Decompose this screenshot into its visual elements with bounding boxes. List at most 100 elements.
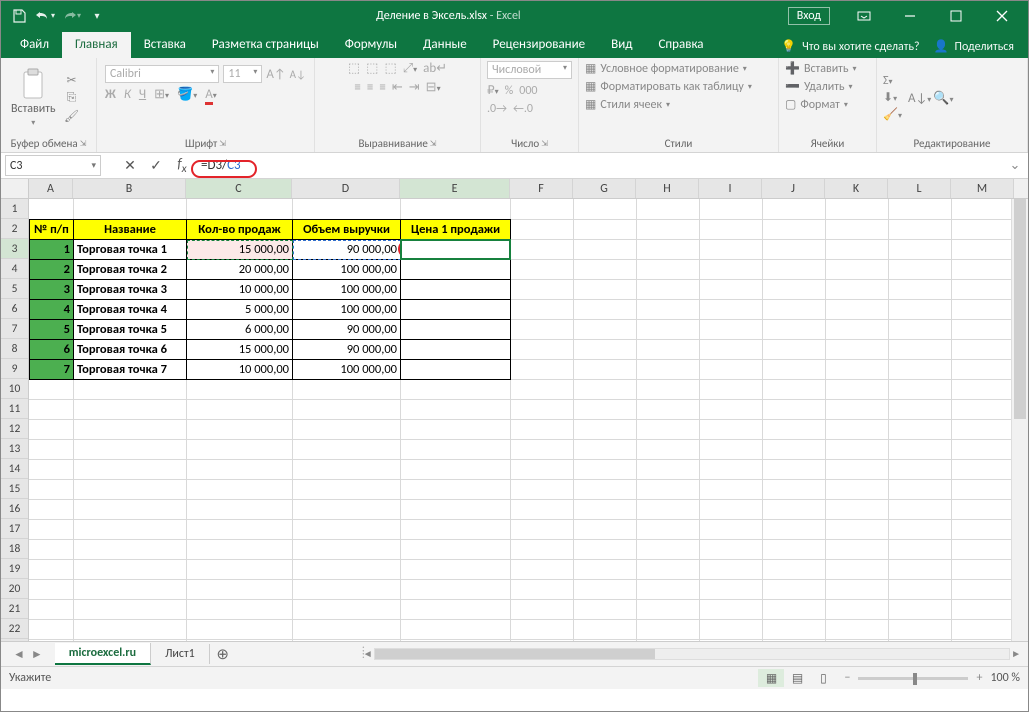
decrease-font-icon[interactable]: A↓: [290, 68, 306, 81]
col-header-k[interactable]: K: [825, 179, 888, 198]
fx-icon[interactable]: fx: [169, 155, 195, 177]
tab-home[interactable]: Главная: [62, 32, 131, 58]
row-header[interactable]: 5: [1, 279, 28, 299]
row-header[interactable]: 9: [1, 359, 28, 379]
row-header[interactable]: 7: [1, 319, 28, 339]
select-all-corner[interactable]: [1, 179, 29, 198]
table-row[interactable]: 3Торговая точка 310 000,00100 000,00: [30, 280, 511, 300]
align-center-icon[interactable]: ≡: [367, 80, 373, 95]
tab-review[interactable]: Рецензирование: [480, 32, 598, 58]
zoom-level[interactable]: 100 %: [990, 671, 1020, 685]
view-page-break-icon[interactable]: ▯: [810, 669, 836, 687]
row-header[interactable]: 12: [1, 419, 28, 439]
format-as-table-button[interactable]: ▦ Форматировать как таблицу▾: [585, 79, 752, 94]
align-top-icon[interactable]: ⬚: [348, 61, 360, 76]
row-header[interactable]: 6: [1, 299, 28, 319]
spreadsheet-grid[interactable]: A B C D E F G H I J K L M 1 2 3 4 5 6 7 …: [1, 179, 1028, 641]
font-name-combo[interactable]: Calibri▾: [105, 65, 219, 83]
table-row[interactable]: 4Торговая точка 45 000,00100 000,00: [30, 300, 511, 320]
row-header[interactable]: 22: [1, 619, 28, 639]
tab-view[interactable]: Вид: [598, 32, 645, 58]
fill-icon[interactable]: ⬇▾: [883, 90, 902, 105]
col-header-a[interactable]: A: [29, 179, 73, 198]
col-header-c[interactable]: C: [186, 179, 292, 198]
clear-icon[interactable]: 🧹▾: [883, 107, 902, 122]
comma-icon[interactable]: 000: [519, 84, 537, 98]
col-header-i[interactable]: I: [699, 179, 762, 198]
enter-formula-icon[interactable]: ✓: [143, 155, 169, 177]
header-cell[interactable]: Объем выручки: [293, 220, 401, 240]
decrease-decimal-icon[interactable]: ←.0: [513, 102, 533, 116]
header-cell[interactable]: Кол-во продаж: [187, 220, 293, 240]
table-row[interactable]: 7Торговая точка 710 000,00100 000,00: [30, 360, 511, 380]
name-box[interactable]: C3▾: [5, 155, 101, 176]
close-icon[interactable]: [980, 1, 1024, 30]
fill-color-button[interactable]: 🪣▾: [177, 87, 197, 102]
row-header[interactable]: 11: [1, 399, 28, 419]
row-header[interactable]: 18: [1, 539, 28, 559]
row-header[interactable]: 13: [1, 439, 28, 459]
row-header[interactable]: 4: [1, 259, 28, 279]
align-middle-icon[interactable]: ⬚: [366, 61, 378, 76]
col-header-j[interactable]: J: [762, 179, 825, 198]
col-header-b[interactable]: B: [73, 179, 186, 198]
col-header-d[interactable]: D: [292, 179, 400, 198]
table-row[interactable]: 2Торговая точка 220 000,00100 000,00: [30, 260, 511, 280]
sheet-nav-next-icon[interactable]: ►: [31, 647, 43, 662]
login-button[interactable]: Вход: [788, 7, 830, 25]
table-row[interactable]: 1Торговая точка 1 15 000,00 90 000,00 =D…: [30, 240, 511, 260]
percent-icon[interactable]: %: [505, 84, 514, 98]
header-cell[interactable]: Цена 1 продажи: [401, 220, 511, 240]
horizontal-scrollbar[interactable]: ⁞ ◄►: [254, 646, 1010, 662]
zoom-slider[interactable]: [858, 677, 968, 680]
view-page-layout-icon[interactable]: ▤: [784, 669, 810, 687]
cut-icon[interactable]: ✂: [64, 72, 80, 88]
increase-font-icon[interactable]: A↑: [266, 67, 285, 82]
row-header[interactable]: 1: [1, 199, 28, 219]
row-header[interactable]: 15: [1, 479, 28, 499]
sheet-tab-1[interactable]: microexcel.ru: [55, 643, 151, 665]
col-header-m[interactable]: M: [951, 179, 1014, 198]
insert-cells-button[interactable]: ➕ Вставить ▾: [785, 61, 856, 76]
col-header-e[interactable]: E: [400, 179, 510, 198]
copy-icon[interactable]: ⎘: [64, 90, 80, 106]
row-header[interactable]: 8: [1, 339, 28, 359]
table-row[interactable]: 5Торговая точка 56 000,0090 000,00: [30, 320, 511, 340]
ribbon-options-icon[interactable]: [842, 1, 886, 30]
table-row[interactable]: 6Торговая точка 615 000,0090 000,00: [30, 340, 511, 360]
delete-cells-button[interactable]: ➖ Удалить ▾: [785, 79, 853, 94]
align-right-icon[interactable]: ≡: [379, 80, 385, 95]
col-header-h[interactable]: H: [636, 179, 699, 198]
underline-button[interactable]: Ч: [139, 87, 146, 102]
row-header[interactable]: 3: [1, 239, 28, 259]
col-header-f[interactable]: F: [510, 179, 573, 198]
border-button[interactable]: ⊞▾: [154, 87, 169, 102]
autosum-icon[interactable]: Σ▾: [883, 74, 902, 88]
orientation-icon[interactable]: ⤢▾: [403, 61, 417, 76]
row-header[interactable]: 14: [1, 459, 28, 479]
wrap-text-icon[interactable]: ab↵: [423, 61, 447, 76]
qat-customize-icon[interactable]: ▾: [85, 4, 109, 28]
bold-button[interactable]: Ж: [105, 87, 116, 102]
zoom-out-icon[interactable]: −: [844, 671, 850, 685]
zoom-in-icon[interactable]: +: [976, 671, 982, 685]
save-icon[interactable]: [7, 4, 31, 28]
tab-data[interactable]: Данные: [410, 32, 480, 58]
format-cells-button[interactable]: ▢ Формат ▾: [785, 97, 848, 112]
redo-icon[interactable]: ▾: [59, 4, 83, 28]
tab-insert[interactable]: Вставка: [131, 32, 199, 58]
tell-me-search[interactable]: 💡 Что вы хотите сделать?: [781, 39, 919, 54]
maximize-icon[interactable]: [934, 1, 978, 30]
sort-filter-icon[interactable]: A↓▾: [908, 91, 931, 106]
merge-button[interactable]: ⊟▾: [426, 80, 441, 95]
align-left-icon[interactable]: ≡: [354, 80, 360, 95]
sheet-nav-prev-icon[interactable]: ◄: [13, 647, 25, 662]
increase-indent-icon[interactable]: ⇥: [409, 80, 420, 95]
font-size-combo[interactable]: 11▾: [223, 65, 262, 83]
tab-file[interactable]: Файл: [7, 32, 62, 58]
row-header[interactable]: 10: [1, 379, 28, 399]
sheet-tab-2[interactable]: Лист1: [151, 644, 210, 664]
row-header[interactable]: 2: [1, 219, 28, 239]
find-select-icon[interactable]: 🔍▾: [933, 91, 953, 106]
row-header[interactable]: 19: [1, 559, 28, 579]
